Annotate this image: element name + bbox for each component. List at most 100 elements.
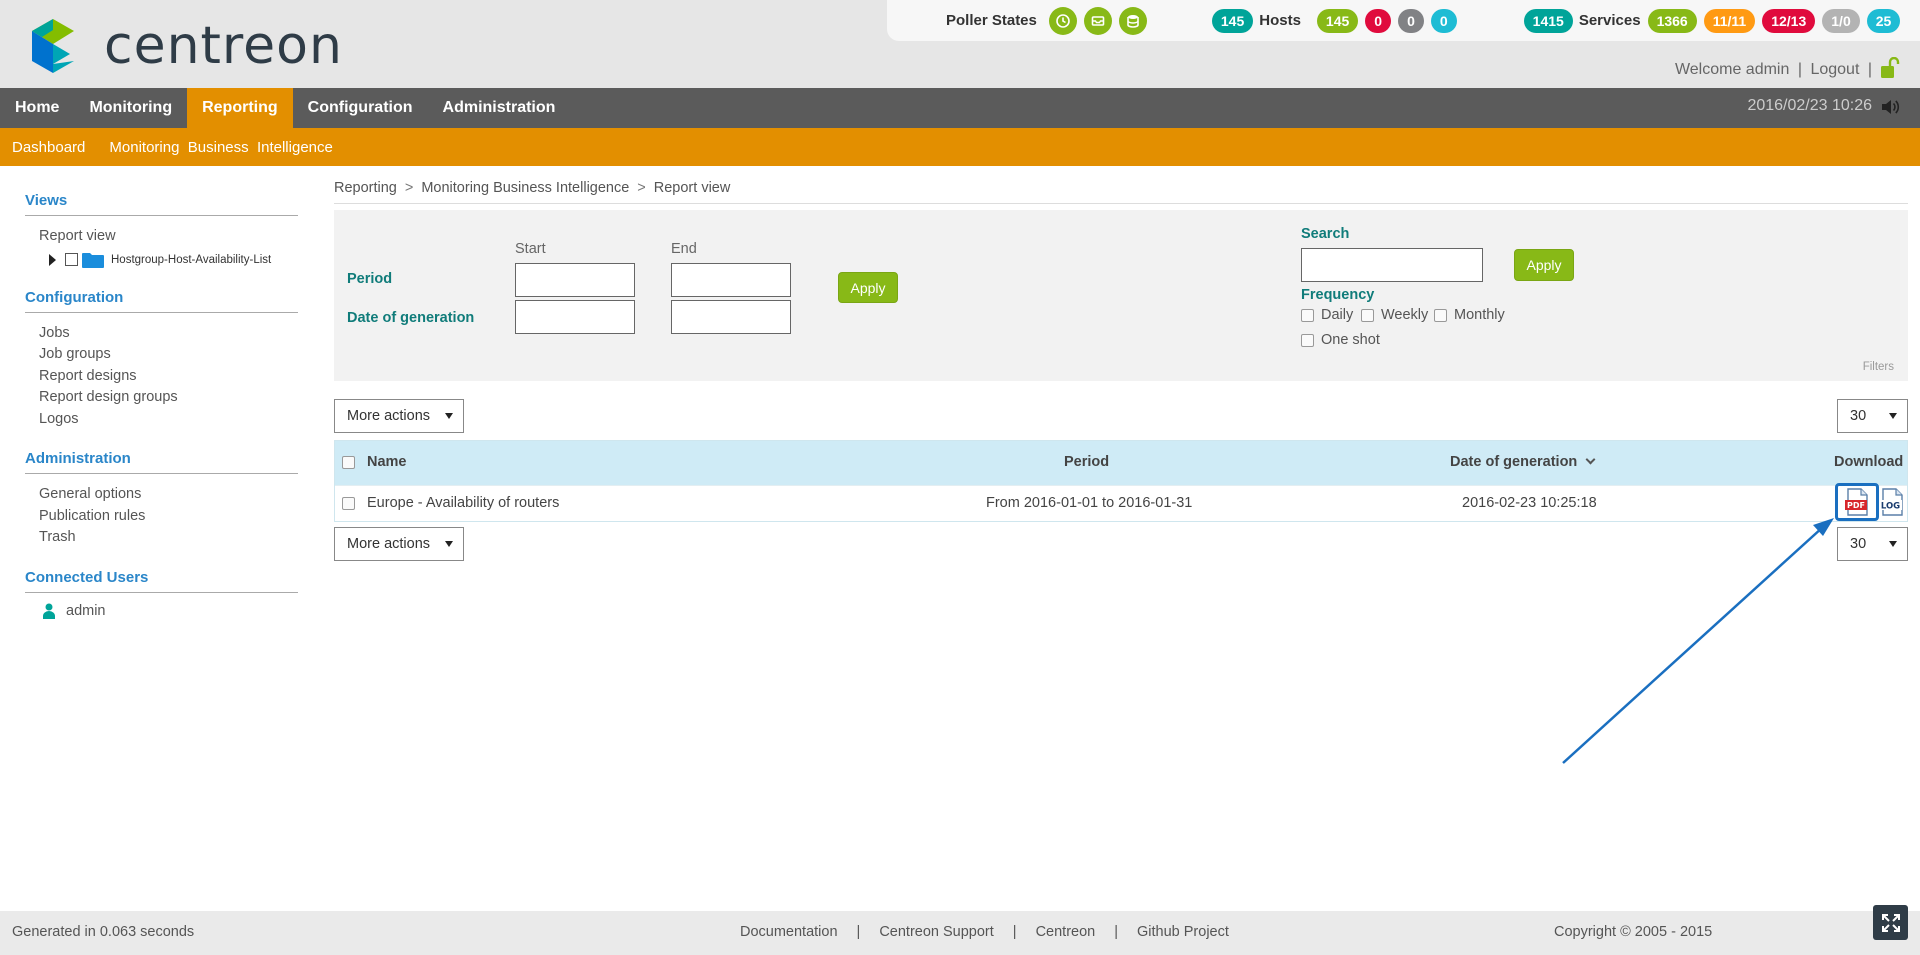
daily-checkbox[interactable] [1301,308,1314,322]
download-pdf-button[interactable]: PDF [1835,483,1879,521]
poller-inbox-icon[interactable] [1083,6,1112,35]
menu-administration[interactable]: Administration [428,88,571,128]
hosts-unreachable-badge[interactable]: 0 [1398,8,1424,33]
services-total-badge[interactable]: 1415 [1523,8,1573,33]
main-menu: Home Monitoring Reporting Configuration … [0,88,1920,128]
footer-link-centreon[interactable]: Centreon [1036,924,1096,940]
services-ok-badge[interactable]: 1366 [1647,8,1697,33]
breadcrumb-report-view[interactable]: Report view [654,180,731,196]
tree-item-label[interactable]: Hostgroup-Host-Availability-List [111,254,271,266]
sidebar-item-report-view[interactable]: Report view [25,226,298,248]
expand-triangle-icon[interactable] [49,253,56,266]
search-input[interactable] [1301,248,1483,282]
footer-link-support[interactable]: Centreon Support [879,924,993,940]
sidebar-item-general-options[interactable]: General options [25,484,298,506]
row-checkbox[interactable] [342,497,355,510]
sidebar-item-logos[interactable]: Logos [25,409,298,431]
generation-end-input[interactable] [671,300,791,334]
services-pending-badge[interactable]: 25 [1866,8,1901,33]
sidebar-item-report-designs[interactable]: Report designs [25,366,298,388]
page-size-select-bottom[interactable]: 30 [1837,527,1908,561]
sidebar-configuration-title: Configuration [25,289,298,313]
sidebar-item-trash[interactable]: Trash [25,527,298,549]
sort-desc-icon[interactable] [1585,454,1596,465]
unlock-icon[interactable] [1880,57,1900,79]
monthly-checkbox[interactable] [1434,308,1447,322]
services-warning-badge[interactable]: 11/11 [1703,8,1756,33]
footer-link-github[interactable]: Github Project [1137,924,1229,940]
logout-link[interactable]: Logout [1810,61,1859,78]
menu-home[interactable]: Home [0,88,74,128]
sidebar: Views Report view Hostgroup-Host-Availab… [25,192,298,639]
table-row: Europe - Availability of routers From 20… [335,485,1907,521]
more-actions-select-bottom[interactable]: More actions [334,527,464,561]
hosts-label: Hosts [1259,12,1301,29]
reports-table: Name Period Date of generation Download … [334,440,1908,522]
services-critical-badge[interactable]: 12/13 [1762,8,1816,33]
sub-menu: Dashboard Monitoring Business Intelligen… [0,128,1920,166]
hosts-total-badge[interactable]: 145 [1211,8,1254,33]
tree-checkbox[interactable] [65,253,78,266]
frequency-weekly-option[interactable]: Weekly [1361,307,1428,323]
connected-user-name: admin [66,602,106,619]
centreon-logo[interactable]: centreon [24,17,343,75]
start-column-label: Start [515,241,546,257]
server-clock: 2016/02/23 10:26 [1747,97,1872,114]
sound-toggle-icon[interactable] [1880,98,1900,116]
frequency-oneshot-option[interactable]: One shot [1301,332,1380,348]
menu-configuration[interactable]: Configuration [293,88,428,128]
poller-database-icon[interactable] [1118,6,1147,35]
menu-reporting[interactable]: Reporting [187,88,293,128]
sidebar-item-job-groups[interactable]: Job groups [25,344,298,366]
period-apply-button[interactable]: Apply [838,272,898,303]
hosts-up-badge[interactable]: 145 [1316,8,1359,33]
chevron-down-icon [445,413,453,419]
submenu-mbi[interactable]: Monitoring Business Intelligence [109,139,332,156]
period-end-input[interactable] [671,263,791,297]
weekly-checkbox[interactable] [1361,308,1374,322]
table-header: Name Period Date of generation Download [335,441,1907,485]
footer-link-documentation[interactable]: Documentation [740,924,838,940]
filters-toggle[interactable]: Filters [1863,361,1894,373]
log-file-icon[interactable]: LOG [1878,488,1904,516]
frequency-monthly-option[interactable]: Monthly [1434,307,1505,323]
report-name: Europe - Availability of routers [367,495,560,511]
sidebar-administration-title: Administration [25,450,298,474]
frequency-daily-option[interactable]: Daily [1301,307,1353,323]
oneshot-checkbox[interactable] [1301,333,1314,347]
filters-panel: Start End Period Date of generation Appl… [334,210,1908,381]
services-unknown-badge[interactable]: 1/0 [1822,8,1860,33]
breadcrumb-reporting[interactable]: Reporting [334,180,397,196]
folder-icon [82,252,104,268]
column-download: Download [1834,454,1904,470]
footer: Generated in 0.063 seconds Documentation… [0,911,1920,955]
page-size-select-top[interactable]: 30 [1837,399,1908,433]
end-column-label: End [671,241,697,257]
breadcrumb-mbi[interactable]: Monitoring Business Intelligence [421,180,629,196]
generation-start-input[interactable] [515,300,635,334]
select-all-checkbox[interactable] [342,456,355,469]
footer-links: Documentation | Centreon Support | Centr… [740,924,1229,940]
search-label: Search [1301,226,1350,242]
sidebar-item-publication-rules[interactable]: Publication rules [25,506,298,528]
menu-monitoring[interactable]: Monitoring [74,88,187,128]
poller-latency-icon[interactable] [1048,6,1077,35]
sidebar-item-report-design-groups[interactable]: Report design groups [25,387,298,409]
period-label: Period [347,271,393,287]
copyright: Copyright © 2005 - 2015 [1554,924,1713,940]
hosts-down-badge[interactable]: 0 [1365,8,1392,33]
sidebar-item-jobs[interactable]: Jobs [25,323,298,345]
search-apply-button[interactable]: Apply [1514,249,1574,281]
column-period[interactable]: Period [1064,454,1109,470]
submenu-dashboard[interactable]: Dashboard [12,139,85,156]
more-actions-select-top[interactable]: More actions [334,399,464,433]
expand-icon [1881,913,1900,932]
report-generation-date: 2016-02-23 10:25:18 [1462,495,1597,511]
period-start-input[interactable] [515,263,635,297]
fullscreen-button[interactable] [1873,905,1908,940]
tree-node: Hostgroup-Host-Availability-List [25,251,298,269]
welcome-bar: Welcome admin | Logout | [1674,61,1872,78]
column-date-of-generation[interactable]: Date of generation [1450,454,1596,470]
column-name[interactable]: Name [367,454,407,470]
hosts-pending-badge[interactable]: 0 [1430,8,1457,33]
